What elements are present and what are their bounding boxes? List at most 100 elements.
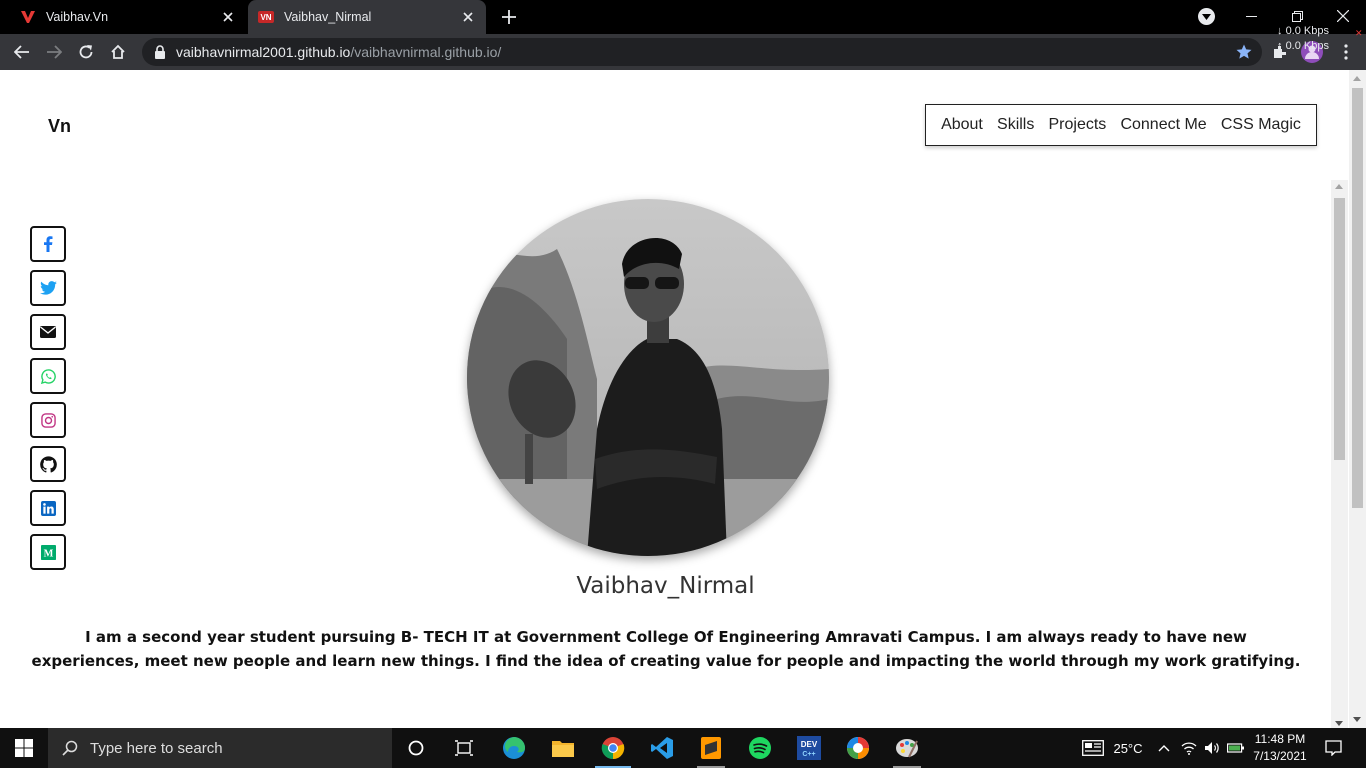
nav-projects[interactable]: Projects	[1049, 116, 1107, 134]
sublime-app[interactable]	[687, 728, 735, 768]
task-view-button[interactable]	[440, 728, 488, 768]
minimize-button[interactable]	[1228, 0, 1274, 32]
task-view-icon	[455, 740, 473, 756]
github-icon	[39, 455, 57, 472]
tab-title: Vaibhav.Vn	[46, 10, 109, 24]
bookmark-star-icon[interactable]	[1236, 44, 1252, 63]
main-nav: About Skills Projects Connect Me CSS Mag…	[925, 104, 1317, 146]
nav-connect-me[interactable]: Connect Me	[1120, 116, 1206, 134]
taskbar-search[interactable]: Type here to search	[48, 728, 392, 768]
taskbar-clock[interactable]: 11:48 PM 7/13/2021	[1248, 731, 1312, 765]
temperature[interactable]: 25°C	[1108, 728, 1148, 768]
new-tab-button[interactable]	[498, 6, 520, 28]
chrome-app[interactable]	[589, 728, 637, 768]
upload-speed: ↑ 0.0 Kbps	[1277, 40, 1329, 52]
medium-icon: M	[40, 544, 56, 560]
svg-text:VN: VN	[260, 13, 271, 22]
content-scrollbar[interactable]	[1331, 180, 1348, 728]
tab-vaibhav-vn[interactable]: Vaibhav.Vn	[0, 0, 246, 34]
scroll-up-arrow-icon[interactable]	[1353, 76, 1361, 81]
vscode-app[interactable]	[638, 728, 686, 768]
vscode-icon	[651, 737, 673, 759]
profile-photo	[467, 199, 829, 556]
paint-palette-icon	[896, 739, 918, 758]
site-favicon-icon: VN	[258, 9, 274, 25]
lock-icon	[155, 45, 165, 59]
site-logo[interactable]: Vn	[48, 116, 71, 137]
scroll-up-arrow-icon[interactable]	[1335, 184, 1343, 189]
edge-app[interactable]	[490, 728, 538, 768]
download-speed: ↓ 0.0 Kbps	[1277, 25, 1329, 37]
windows-logo-icon	[15, 739, 33, 757]
close-tab-icon[interactable]	[460, 9, 476, 25]
close-tab-icon[interactable]	[220, 9, 236, 25]
paint-app[interactable]	[883, 728, 931, 768]
email-link[interactable]	[30, 314, 66, 350]
clock-date: 7/13/2021	[1253, 749, 1307, 763]
scroll-thumb[interactable]	[1352, 88, 1363, 508]
news-icon	[1082, 740, 1104, 756]
forward-arrow-icon[interactable]	[42, 40, 66, 64]
devcpp-app[interactable]: DEV C++	[785, 728, 833, 768]
tab-search-icon[interactable]	[1198, 8, 1215, 25]
linkedin-link[interactable]	[30, 490, 66, 526]
address-bar[interactable]: vaibhavnirmal2001.github.io/vaibhavnirma…	[142, 38, 1262, 66]
news-weather-button[interactable]	[1078, 728, 1108, 768]
profile-bio: I am a second year student pursuing B- T…	[31, 628, 1301, 670]
search-placeholder: Type here to search	[90, 739, 223, 757]
tab-title: Vaibhav_Nirmal	[284, 10, 372, 24]
browser-toolbar: vaibhavnirmal2001.github.io/vaibhavnirma…	[0, 34, 1366, 70]
dev-cpp-icon: DEV C++	[797, 736, 821, 760]
menu-kebab-icon[interactable]	[1334, 40, 1358, 64]
battery-icon[interactable]	[1224, 728, 1248, 768]
reload-icon[interactable]	[74, 40, 98, 64]
back-arrow-icon[interactable]	[10, 40, 34, 64]
svg-text:C++: C++	[802, 751, 815, 758]
facebook-link[interactable]	[30, 226, 66, 262]
github-link[interactable]	[30, 446, 66, 482]
spotify-icon	[749, 737, 771, 759]
network-speed-overlay: ↓ 0.0 Kbps ↑ 0.0 Kbps	[1277, 24, 1329, 54]
cortana-button[interactable]	[392, 728, 440, 768]
profile-name: Vaibhav_Nirmal	[576, 573, 755, 599]
svg-text:M: M	[43, 548, 53, 559]
tab-vaibhav-nirmal[interactable]: VN Vaibhav_Nirmal	[248, 0, 486, 34]
nav-css-magic[interactable]: CSS Magic	[1221, 116, 1301, 134]
instagram-icon	[40, 412, 56, 428]
photos-app[interactable]	[834, 728, 882, 768]
whatsapp-link[interactable]	[30, 358, 66, 394]
instagram-link[interactable]	[30, 402, 66, 438]
nav-about[interactable]: About	[941, 116, 983, 134]
email-icon	[40, 326, 56, 338]
home-icon[interactable]	[106, 40, 130, 64]
tray-chevron-up-icon[interactable]	[1154, 728, 1174, 768]
search-icon	[62, 740, 78, 756]
medium-link[interactable]: M	[30, 534, 66, 570]
file-explorer-app[interactable]	[539, 728, 587, 768]
linkedin-icon	[40, 500, 56, 516]
page-viewport: Vn About Skills Projects Connect Me CSS …	[0, 70, 1366, 728]
twitter-link[interactable]	[30, 270, 66, 306]
volume-icon[interactable]	[1201, 728, 1223, 768]
wifi-icon[interactable]	[1178, 728, 1200, 768]
site-favicon-icon	[20, 9, 36, 25]
start-button[interactable]	[0, 728, 48, 768]
whatsapp-icon	[40, 368, 56, 384]
aperture-icon	[847, 737, 869, 759]
sublime-icon	[701, 737, 721, 759]
page-scrollbar[interactable]	[1349, 70, 1366, 728]
twitter-icon	[39, 281, 57, 295]
scroll-thumb[interactable]	[1334, 198, 1345, 460]
facebook-icon	[44, 236, 53, 252]
spotify-app[interactable]	[736, 728, 784, 768]
scroll-down-arrow-icon[interactable]	[1335, 721, 1343, 726]
edge-icon	[503, 737, 525, 759]
scroll-down-arrow-icon[interactable]	[1353, 717, 1361, 722]
svg-text:DEV: DEV	[801, 740, 818, 749]
cortana-icon	[408, 740, 424, 756]
nav-skills[interactable]: Skills	[997, 116, 1034, 134]
overlay-close-icon[interactable]: ✕	[1355, 28, 1363, 39]
windows-taskbar: Type here to search DEV C++ 25°C 11:48 P…	[0, 728, 1366, 768]
url-path: /vaibhavnirmal.github.io/	[350, 44, 502, 60]
notifications-icon[interactable]	[1320, 728, 1346, 768]
